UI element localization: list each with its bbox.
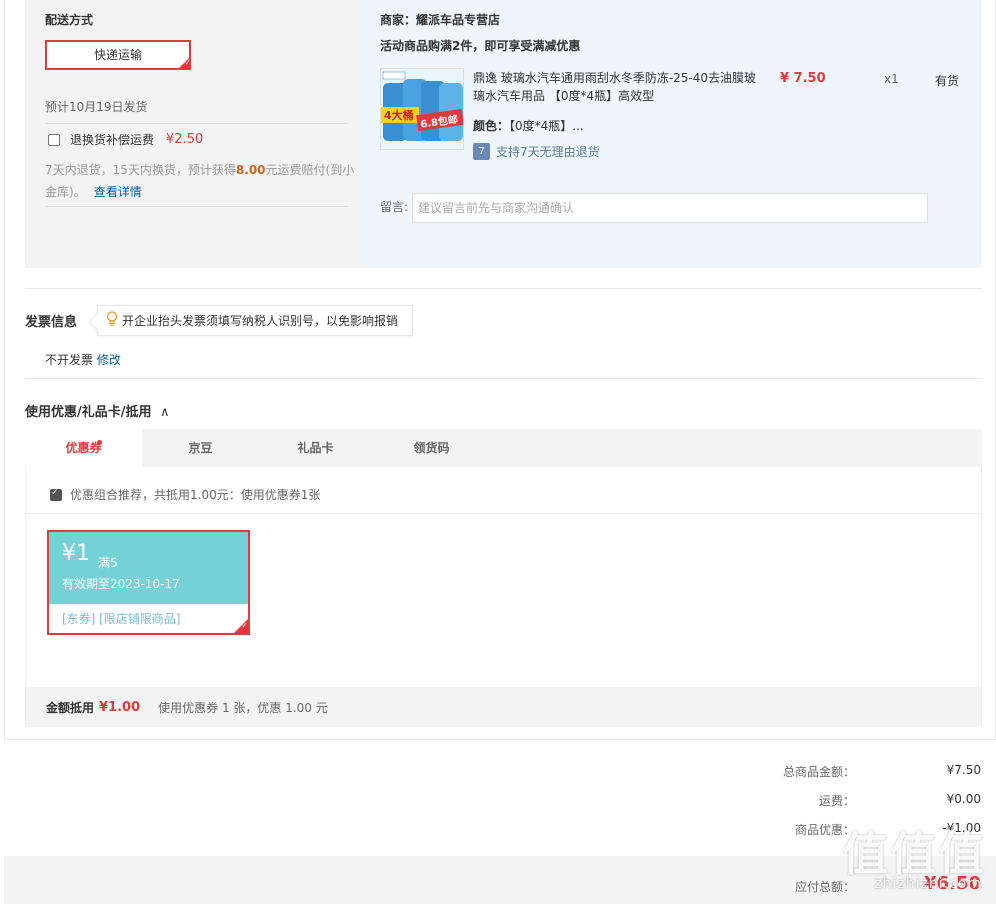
- merchant-label: 商家：: [380, 13, 417, 27]
- goods-total-value: ¥7.50: [946, 763, 981, 777]
- tab-label: 京豆: [188, 441, 213, 455]
- tab-gift-card[interactable]: 礼品卡: [257, 429, 374, 467]
- product-name-link[interactable]: 鼎逸 玻璃水汽车通用雨刮水冬季防冻-25-40去油膜玻璃水汽车用品 【0度*4瓶…: [473, 69, 763, 105]
- product-stock: 有货: [935, 74, 960, 88]
- product-thumbnail[interactable]: 4大桶 6.8包邮: [380, 68, 464, 150]
- freight-label: 运费：: [818, 794, 855, 808]
- invoice-title: 发票信息: [25, 315, 78, 330]
- new-dot-icon: [97, 440, 102, 445]
- insurance-label: 退换货补偿运费: [70, 133, 155, 147]
- divider: [45, 123, 348, 124]
- tab-label: 礼品卡: [297, 441, 334, 455]
- coupon-amount: ¥1: [62, 541, 90, 566]
- ship-date: 预计10月19日发货: [45, 100, 148, 114]
- promo-text: 活动商品购满2件，即可享受满减优惠: [380, 39, 581, 53]
- invoice-tip: 开企业抬头发票须填写纳税人识别号，以免影响报销: [97, 305, 413, 336]
- product-image: 4大桶 6.8包邮: [381, 69, 463, 149]
- shipping-method-label: 快递运输: [93, 48, 142, 62]
- coupon-summary: 金额抵用 ¥1.00 使用优惠券 1 张，优惠 1.00 元: [26, 687, 981, 727]
- coupon-card-header: ¥1 满5 有效期至2023-10-17: [49, 532, 248, 604]
- color-value: 【0度*4瓶】...: [509, 119, 584, 133]
- product-qty: x1: [884, 72, 899, 86]
- color-label: 颜色：: [473, 119, 510, 133]
- combo-recommend-row[interactable]: 优惠组合推荐，共抵用1.00元：使用优惠券1张: [50, 486, 320, 503]
- invoice-tip-text: 开企业抬头发票须填写纳税人识别号，以免影响报销: [122, 314, 399, 328]
- divider: [26, 513, 981, 514]
- summary-text: 使用优惠券 1 张，优惠 1.00 元: [158, 700, 328, 715]
- seven-day-return-icon: 7: [473, 143, 490, 160]
- coupon-section-title: 使用优惠/礼品卡/抵用: [25, 405, 152, 420]
- insurance-checkbox[interactable]: [48, 133, 60, 146]
- merchant: 商家：耀派车品专营店: [380, 11, 500, 28]
- merchant-name: 耀派车品专营店: [416, 13, 501, 27]
- tab-redeem-code[interactable]: 领货码: [373, 429, 490, 467]
- divider: [25, 378, 982, 379]
- insurance-details-link[interactable]: 查看详情: [94, 185, 142, 199]
- summary-label: 金额抵用: [46, 700, 95, 715]
- tab-label: 领货码: [413, 441, 450, 455]
- invoice-edit-link[interactable]: 修改: [97, 353, 121, 367]
- chevron-up-icon: ∧: [160, 405, 170, 420]
- combo-checkbox[interactable]: [50, 488, 62, 501]
- coupon-expiry: 有效期至2023-10-17: [62, 577, 180, 591]
- product-price: ¥ 7.50: [780, 71, 826, 86]
- insurance-price: ¥2.50: [166, 132, 204, 147]
- insurance-note-text: 7天内退货，15天内换货，预计获得: [45, 163, 236, 177]
- selected-check-icon: [177, 56, 191, 70]
- product-color: 颜色：【0度*4瓶】...: [473, 117, 584, 134]
- invoice-value: 不开发票 修改: [45, 351, 121, 368]
- coupon-condition: 满5: [98, 556, 118, 570]
- goods-total-label: 总商品金额：: [782, 765, 855, 779]
- shipping-title: 配送方式: [45, 13, 94, 27]
- memo-label: 留言:: [380, 200, 409, 214]
- thumb-badge-left: 4大桶: [384, 108, 414, 122]
- insurance-row[interactable]: 退换货补偿运费 ¥2.50: [48, 131, 203, 148]
- watermark-domain: zhizhizhi.com: [874, 876, 982, 892]
- memo-input[interactable]: [412, 193, 928, 223]
- insurance-note-amount: 8.00: [235, 163, 266, 177]
- watermark-logo: 值值值: [842, 827, 986, 881]
- selected-check-icon: [234, 619, 248, 633]
- shipping-method-option[interactable]: 快递运输: [45, 40, 191, 70]
- divider: [25, 288, 982, 289]
- coupon-tags: [东券] [限店铺限商品]: [62, 612, 181, 626]
- combo-text: 优惠组合推荐，共抵用1.00元：使用优惠券1张: [70, 488, 321, 502]
- freight-value: ¥0.00: [946, 792, 981, 806]
- invoice-type: 不开发票: [45, 353, 94, 367]
- insurance-note: 7天内退货，15天内换货，预计获得8.00元运费赔付(到小金库)。 查看详情: [45, 159, 355, 203]
- return-policy: 7 支持7天无理由退货: [473, 143, 600, 160]
- tab-coupons[interactable]: 优惠券: [25, 429, 142, 467]
- summary-value: ¥1.00: [99, 699, 141, 715]
- coupon-card[interactable]: ¥1 满5 有效期至2023-10-17 [东券] [限店铺限商品]: [47, 530, 250, 635]
- tab-jingdou[interactable]: 京豆: [142, 429, 259, 467]
- divider: [45, 206, 348, 207]
- lightbulb-icon: [106, 311, 118, 330]
- coupon-section-toggle[interactable]: 使用优惠/礼品卡/抵用 ∧: [25, 401, 170, 420]
- return-policy-text: 支持7天无理由退货: [496, 145, 600, 159]
